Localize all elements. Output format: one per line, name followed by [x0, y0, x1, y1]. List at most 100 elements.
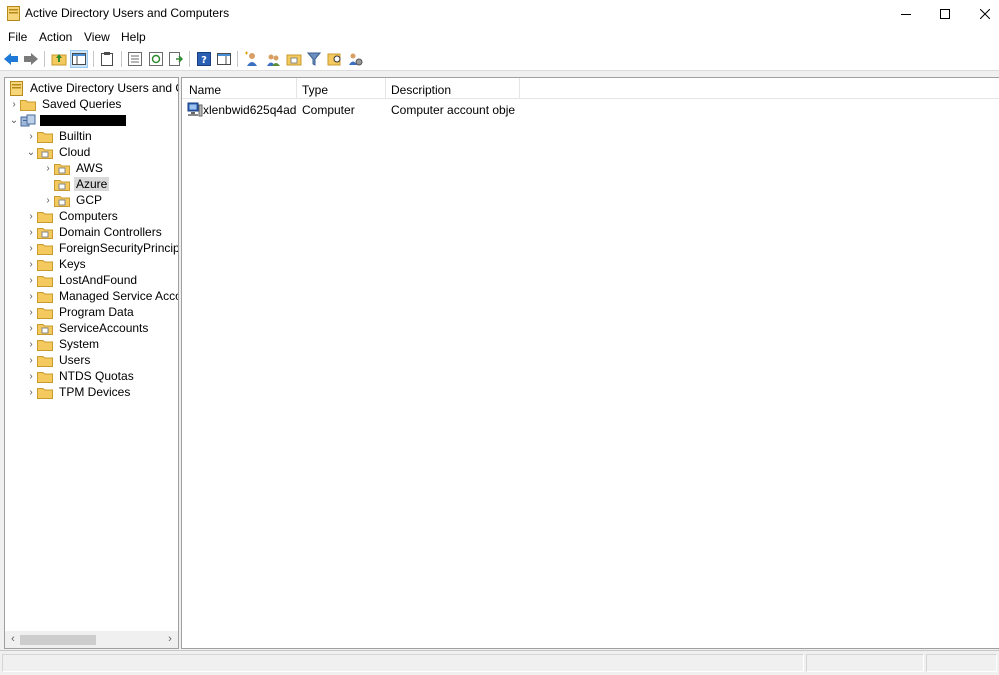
- refresh-icon: [149, 52, 163, 66]
- create-user-button[interactable]: [243, 50, 261, 68]
- chevron-right-icon[interactable]: ›: [25, 320, 37, 336]
- row-description: Computer account obje...: [391, 103, 516, 117]
- chevron-right-icon[interactable]: ›: [25, 304, 37, 320]
- minimize-icon: [901, 13, 911, 15]
- show-hide-tree-button[interactable]: [70, 50, 88, 68]
- properties-button[interactable]: [126, 50, 144, 68]
- chevron-right-icon[interactable]: ›: [42, 192, 54, 208]
- scroll-right-arrow-icon[interactable]: ›: [163, 633, 177, 646]
- chevron-right-icon[interactable]: ›: [42, 160, 54, 176]
- tree-item-label: Cloud: [59, 145, 91, 159]
- chevron-right-icon[interactable]: ›: [25, 240, 37, 256]
- chevron-right-icon[interactable]: ›: [25, 128, 37, 144]
- domain-icon: [20, 112, 36, 128]
- close-icon: [980, 8, 990, 19]
- tree-item-domain[interactable]: ⌄: [8, 112, 126, 128]
- chevron-right-icon[interactable]: ›: [25, 272, 37, 288]
- chevron-down-icon[interactable]: ⌄: [25, 144, 37, 160]
- tree-item-label: Azure: [74, 177, 110, 191]
- chevron-right-icon[interactable]: ›: [25, 384, 37, 400]
- tree-item-cloud[interactable]: ⌄ Cloud: [25, 144, 92, 160]
- up-folder-icon: [51, 54, 67, 66]
- find-button[interactable]: [326, 50, 344, 68]
- list-header: Name Type Description: [182, 78, 999, 99]
- console-tree: Active Directory Users and Com › Saved Q…: [4, 77, 179, 649]
- status-panel-main: [2, 654, 804, 672]
- tree-item-service-accounts[interactable]: › ServiceAccounts: [25, 320, 150, 336]
- menu-view[interactable]: View: [84, 30, 110, 44]
- tree-item-managed-service-accounts[interactable]: › Managed Service Accour: [25, 288, 178, 304]
- tree-item-label: NTDS Quotas: [59, 369, 134, 383]
- chevron-right-icon[interactable]: ›: [25, 208, 37, 224]
- tree-item-label: Keys: [59, 257, 86, 271]
- chevron-right-icon[interactable]: ›: [25, 288, 37, 304]
- tree-item-aws[interactable]: › AWS: [42, 160, 105, 176]
- create-user-icon: [245, 51, 257, 66]
- folder-icon: [37, 288, 53, 304]
- tree-item-keys[interactable]: › Keys: [25, 256, 88, 272]
- tree-item-builtin[interactable]: › Builtin: [25, 128, 94, 144]
- folder-icon: [37, 256, 53, 272]
- tree-item-system[interactable]: › System: [25, 336, 101, 352]
- properties-icon: [128, 52, 142, 66]
- chevron-right-icon[interactable]: ›: [25, 224, 37, 240]
- up-button[interactable]: [50, 50, 68, 68]
- chevron-down-icon[interactable]: ⌄: [8, 112, 20, 128]
- tree-item-label: Builtin: [59, 129, 92, 143]
- create-ou-button[interactable]: [285, 50, 303, 68]
- forward-button[interactable]: [22, 50, 40, 68]
- tree-item-users[interactable]: › Users: [25, 352, 92, 368]
- tree-item-azure[interactable]: Azure: [42, 176, 110, 192]
- chevron-right-icon[interactable]: ›: [25, 352, 37, 368]
- menu-help[interactable]: Help: [121, 30, 146, 44]
- scroll-left-arrow-icon[interactable]: ‹: [6, 633, 20, 646]
- delegate-button[interactable]: [346, 50, 364, 68]
- help-button[interactable]: ?: [195, 50, 213, 68]
- tree-item-label: Users: [59, 353, 91, 367]
- column-header-name[interactable]: Name: [189, 83, 221, 97]
- export-list-button[interactable]: [167, 50, 185, 68]
- refresh-button[interactable]: [147, 50, 165, 68]
- row-type: Computer: [302, 103, 355, 117]
- tree-item-lostandfound[interactable]: › LostAndFound: [25, 272, 139, 288]
- back-button[interactable]: [2, 50, 20, 68]
- ou-folder-icon: [54, 160, 70, 176]
- clipboard-button[interactable]: [98, 50, 116, 68]
- tree-item-ntds-quotas[interactable]: › NTDS Quotas: [25, 368, 136, 384]
- action-pane-icon: [217, 53, 231, 65]
- menu-action[interactable]: Action: [39, 30, 72, 44]
- tree-item-label: LostAndFound: [59, 273, 138, 287]
- chevron-right-icon[interactable]: ›: [25, 368, 37, 384]
- work-area: Active Directory Users and Com › Saved Q…: [0, 71, 999, 650]
- scroll-thumb[interactable]: [20, 635, 96, 645]
- create-group-button[interactable]: [264, 50, 282, 68]
- tree-item-tpm-devices[interactable]: › TPM Devices: [25, 384, 132, 400]
- tree-item-foreign-security-principals[interactable]: › ForeignSecurityPrincipals: [25, 240, 178, 256]
- filter-button[interactable]: [305, 50, 323, 68]
- chevron-right-icon[interactable]: ›: [25, 336, 37, 352]
- close-button[interactable]: [962, 0, 999, 27]
- status-panel-3: [926, 654, 997, 672]
- tree-item-computers[interactable]: › Computers: [25, 208, 120, 224]
- tree-item-label: GCP: [76, 193, 103, 207]
- back-icon: [4, 53, 18, 65]
- ou-folder-icon: [54, 192, 70, 208]
- column-header-description[interactable]: Description: [391, 83, 451, 97]
- find-icon: [327, 53, 341, 66]
- folder-icon: [37, 336, 53, 352]
- create-ou-icon: [286, 54, 302, 66]
- tree-item-saved-queries[interactable]: › Saved Queries: [8, 96, 123, 112]
- chevron-right-icon[interactable]: ›: [8, 96, 20, 112]
- column-header-type[interactable]: Type: [302, 83, 328, 97]
- tree-item-label: System: [59, 337, 100, 351]
- tree-horizontal-scrollbar[interactable]: ‹ ›: [5, 631, 178, 648]
- tree-item-domain-controllers[interactable]: › Domain Controllers: [25, 224, 164, 240]
- action-pane-button[interactable]: [215, 50, 233, 68]
- menu-file[interactable]: File: [8, 30, 27, 44]
- tree-item-program-data[interactable]: › Program Data: [25, 304, 136, 320]
- table-row[interactable]: xlenbwid625q4adsa Computer Computer acco…: [182, 102, 999, 119]
- tree-root[interactable]: Active Directory Users and Com: [8, 80, 178, 96]
- tree-item-label: Computers: [59, 209, 118, 223]
- chevron-right-icon[interactable]: ›: [25, 256, 37, 272]
- tree-item-gcp[interactable]: › GCP: [42, 192, 104, 208]
